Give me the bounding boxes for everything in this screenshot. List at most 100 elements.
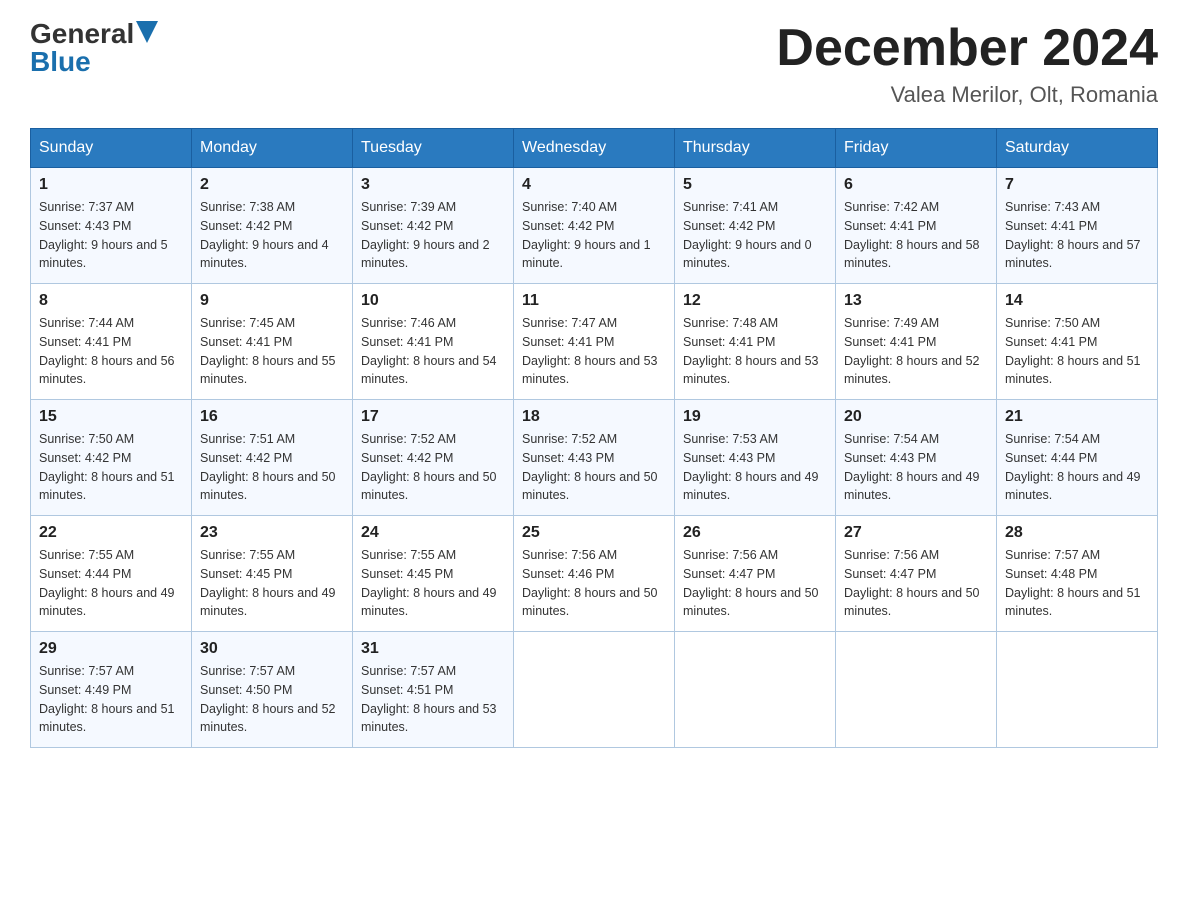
day-number: 14 [1005, 292, 1149, 310]
table-row: 3 Sunrise: 7:39 AM Sunset: 4:42 PM Dayli… [353, 168, 514, 284]
calendar-table: Sunday Monday Tuesday Wednesday Thursday… [30, 128, 1158, 748]
calendar-week-3: 15 Sunrise: 7:50 AM Sunset: 4:42 PM Dayl… [31, 400, 1158, 516]
day-number: 26 [683, 524, 827, 542]
day-number: 9 [200, 292, 344, 310]
day-info: Sunrise: 7:41 AM Sunset: 4:42 PM Dayligh… [683, 198, 827, 273]
table-row: 8 Sunrise: 7:44 AM Sunset: 4:41 PM Dayli… [31, 284, 192, 400]
calendar-week-5: 29 Sunrise: 7:57 AM Sunset: 4:49 PM Dayl… [31, 632, 1158, 748]
header-saturday: Saturday [997, 129, 1158, 168]
calendar-header-row: Sunday Monday Tuesday Wednesday Thursday… [31, 129, 1158, 168]
table-row: 12 Sunrise: 7:48 AM Sunset: 4:41 PM Dayl… [675, 284, 836, 400]
day-info: Sunrise: 7:49 AM Sunset: 4:41 PM Dayligh… [844, 314, 988, 389]
day-info: Sunrise: 7:52 AM Sunset: 4:42 PM Dayligh… [361, 430, 505, 505]
day-info: Sunrise: 7:54 AM Sunset: 4:44 PM Dayligh… [1005, 430, 1149, 505]
table-row: 14 Sunrise: 7:50 AM Sunset: 4:41 PM Dayl… [997, 284, 1158, 400]
header-thursday: Thursday [675, 129, 836, 168]
table-row: 13 Sunrise: 7:49 AM Sunset: 4:41 PM Dayl… [836, 284, 997, 400]
day-number: 17 [361, 408, 505, 426]
header-tuesday: Tuesday [353, 129, 514, 168]
day-number: 7 [1005, 176, 1149, 194]
day-info: Sunrise: 7:43 AM Sunset: 4:41 PM Dayligh… [1005, 198, 1149, 273]
header-monday: Monday [192, 129, 353, 168]
day-number: 31 [361, 640, 505, 658]
day-number: 20 [844, 408, 988, 426]
table-row: 20 Sunrise: 7:54 AM Sunset: 4:43 PM Dayl… [836, 400, 997, 516]
day-number: 13 [844, 292, 988, 310]
logo-triangle-icon [136, 21, 158, 43]
day-info: Sunrise: 7:57 AM Sunset: 4:51 PM Dayligh… [361, 662, 505, 737]
day-number: 19 [683, 408, 827, 426]
day-info: Sunrise: 7:55 AM Sunset: 4:45 PM Dayligh… [200, 546, 344, 621]
header-wednesday: Wednesday [514, 129, 675, 168]
table-row: 16 Sunrise: 7:51 AM Sunset: 4:42 PM Dayl… [192, 400, 353, 516]
calendar-week-1: 1 Sunrise: 7:37 AM Sunset: 4:43 PM Dayli… [31, 168, 1158, 284]
header-friday: Friday [836, 129, 997, 168]
table-row: 26 Sunrise: 7:56 AM Sunset: 4:47 PM Dayl… [675, 516, 836, 632]
table-row: 17 Sunrise: 7:52 AM Sunset: 4:42 PM Dayl… [353, 400, 514, 516]
table-row: 7 Sunrise: 7:43 AM Sunset: 4:41 PM Dayli… [997, 168, 1158, 284]
table-row: 24 Sunrise: 7:55 AM Sunset: 4:45 PM Dayl… [353, 516, 514, 632]
day-number: 21 [1005, 408, 1149, 426]
table-row: 18 Sunrise: 7:52 AM Sunset: 4:43 PM Dayl… [514, 400, 675, 516]
table-row: 9 Sunrise: 7:45 AM Sunset: 4:41 PM Dayli… [192, 284, 353, 400]
day-info: Sunrise: 7:57 AM Sunset: 4:49 PM Dayligh… [39, 662, 183, 737]
table-row: 15 Sunrise: 7:50 AM Sunset: 4:42 PM Dayl… [31, 400, 192, 516]
table-row: 28 Sunrise: 7:57 AM Sunset: 4:48 PM Dayl… [997, 516, 1158, 632]
day-number: 8 [39, 292, 183, 310]
day-number: 1 [39, 176, 183, 194]
day-number: 30 [200, 640, 344, 658]
day-number: 4 [522, 176, 666, 194]
logo: General Blue [30, 20, 158, 76]
day-number: 22 [39, 524, 183, 542]
day-number: 6 [844, 176, 988, 194]
day-info: Sunrise: 7:57 AM Sunset: 4:48 PM Dayligh… [1005, 546, 1149, 621]
day-info: Sunrise: 7:57 AM Sunset: 4:50 PM Dayligh… [200, 662, 344, 737]
day-info: Sunrise: 7:42 AM Sunset: 4:41 PM Dayligh… [844, 198, 988, 273]
day-number: 28 [1005, 524, 1149, 542]
day-number: 24 [361, 524, 505, 542]
table-row: 4 Sunrise: 7:40 AM Sunset: 4:42 PM Dayli… [514, 168, 675, 284]
day-info: Sunrise: 7:40 AM Sunset: 4:42 PM Dayligh… [522, 198, 666, 273]
table-row: 22 Sunrise: 7:55 AM Sunset: 4:44 PM Dayl… [31, 516, 192, 632]
day-info: Sunrise: 7:47 AM Sunset: 4:41 PM Dayligh… [522, 314, 666, 389]
title-area: December 2024 Valea Merilor, Olt, Romani… [776, 20, 1158, 108]
table-row [514, 632, 675, 748]
calendar-week-4: 22 Sunrise: 7:55 AM Sunset: 4:44 PM Dayl… [31, 516, 1158, 632]
day-number: 23 [200, 524, 344, 542]
header-sunday: Sunday [31, 129, 192, 168]
day-number: 2 [200, 176, 344, 194]
day-info: Sunrise: 7:44 AM Sunset: 4:41 PM Dayligh… [39, 314, 183, 389]
table-row [836, 632, 997, 748]
month-title: December 2024 [776, 20, 1158, 77]
day-info: Sunrise: 7:38 AM Sunset: 4:42 PM Dayligh… [200, 198, 344, 273]
table-row [997, 632, 1158, 748]
calendar-week-2: 8 Sunrise: 7:44 AM Sunset: 4:41 PM Dayli… [31, 284, 1158, 400]
day-info: Sunrise: 7:50 AM Sunset: 4:42 PM Dayligh… [39, 430, 183, 505]
day-number: 12 [683, 292, 827, 310]
day-info: Sunrise: 7:55 AM Sunset: 4:44 PM Dayligh… [39, 546, 183, 621]
day-number: 27 [844, 524, 988, 542]
day-info: Sunrise: 7:37 AM Sunset: 4:43 PM Dayligh… [39, 198, 183, 273]
day-number: 11 [522, 292, 666, 310]
day-info: Sunrise: 7:46 AM Sunset: 4:41 PM Dayligh… [361, 314, 505, 389]
location-subtitle: Valea Merilor, Olt, Romania [776, 82, 1158, 108]
day-info: Sunrise: 7:56 AM Sunset: 4:46 PM Dayligh… [522, 546, 666, 621]
table-row: 29 Sunrise: 7:57 AM Sunset: 4:49 PM Dayl… [31, 632, 192, 748]
table-row: 30 Sunrise: 7:57 AM Sunset: 4:50 PM Dayl… [192, 632, 353, 748]
day-number: 15 [39, 408, 183, 426]
day-info: Sunrise: 7:39 AM Sunset: 4:42 PM Dayligh… [361, 198, 505, 273]
day-info: Sunrise: 7:56 AM Sunset: 4:47 PM Dayligh… [844, 546, 988, 621]
day-number: 3 [361, 176, 505, 194]
table-row: 5 Sunrise: 7:41 AM Sunset: 4:42 PM Dayli… [675, 168, 836, 284]
day-info: Sunrise: 7:55 AM Sunset: 4:45 PM Dayligh… [361, 546, 505, 621]
day-number: 5 [683, 176, 827, 194]
day-info: Sunrise: 7:48 AM Sunset: 4:41 PM Dayligh… [683, 314, 827, 389]
day-info: Sunrise: 7:56 AM Sunset: 4:47 PM Dayligh… [683, 546, 827, 621]
logo-general-text: General [30, 20, 134, 48]
table-row: 1 Sunrise: 7:37 AM Sunset: 4:43 PM Dayli… [31, 168, 192, 284]
day-number: 18 [522, 408, 666, 426]
table-row: 23 Sunrise: 7:55 AM Sunset: 4:45 PM Dayl… [192, 516, 353, 632]
day-info: Sunrise: 7:53 AM Sunset: 4:43 PM Dayligh… [683, 430, 827, 505]
table-row: 21 Sunrise: 7:54 AM Sunset: 4:44 PM Dayl… [997, 400, 1158, 516]
table-row: 25 Sunrise: 7:56 AM Sunset: 4:46 PM Dayl… [514, 516, 675, 632]
